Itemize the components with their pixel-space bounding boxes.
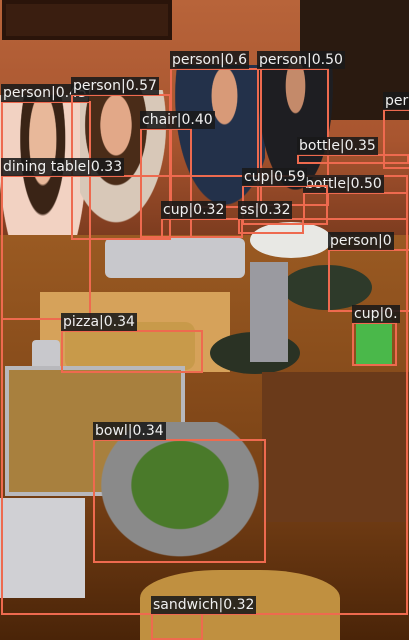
detection-pizza-1: pizza|0.34 xyxy=(61,313,203,373)
detection-label: dining table|0.33 xyxy=(1,158,125,176)
detection-label: per xyxy=(383,92,409,110)
detection-label: sandwich|0.32 xyxy=(151,596,257,614)
detection-cup-2: cup|0.32 xyxy=(161,201,243,238)
detection-label: bottle|0.35 xyxy=(297,137,378,155)
detection-label: cup|0. xyxy=(352,305,400,323)
detection-label: cup|0.59 xyxy=(242,168,308,186)
detection-cup-3: cup|0. xyxy=(352,305,400,366)
detection-label: person|0.57 xyxy=(71,77,159,95)
detection-label: chair|0.40 xyxy=(140,111,215,129)
detection-label: person|0.6 xyxy=(170,51,249,69)
detection-label: person|0.50 xyxy=(257,51,345,69)
detection-bottle-1: bottle|0.35 xyxy=(297,137,409,164)
detection-sandwich-1: sandwich|0.32 xyxy=(151,596,257,640)
detection-label: ss|0.32 xyxy=(238,201,293,219)
detection-label: pizza|0.34 xyxy=(61,313,137,331)
detection-label: bowl|0.34 xyxy=(93,422,166,440)
picture-frame xyxy=(2,0,172,40)
detection-glass-1: ss|0.32 xyxy=(238,201,304,234)
detection-bowl-1: bowl|0.34 xyxy=(93,422,266,563)
detection-label: cup|0.32 xyxy=(161,201,227,219)
photo-scene: person|0.45 person|0.57 person|0.6 perso… xyxy=(0,0,409,640)
